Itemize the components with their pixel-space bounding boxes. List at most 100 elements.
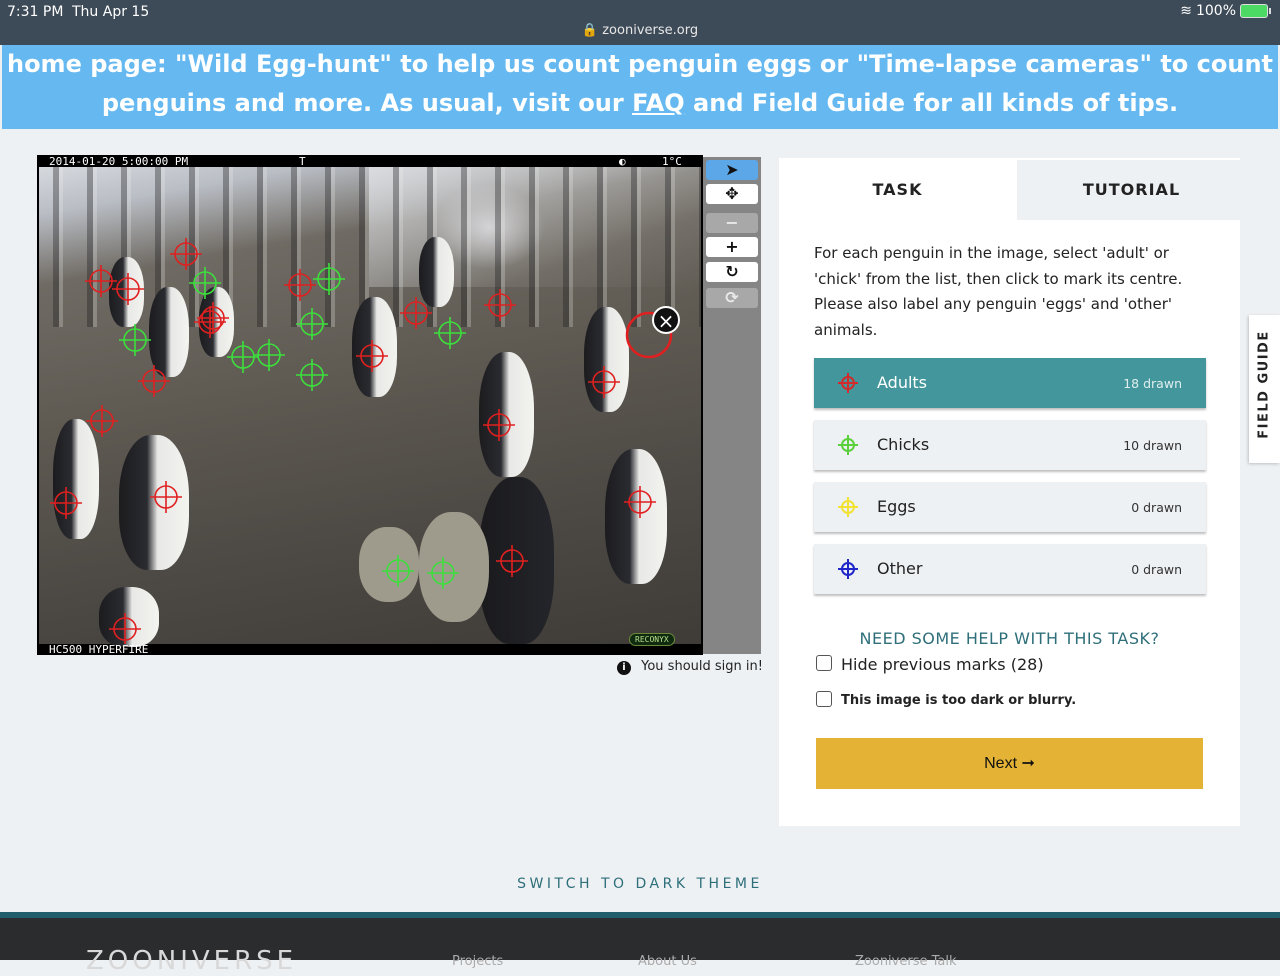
dark-theme-toggle[interactable]: SWITCH TO DARK THEME (0, 876, 1280, 892)
viewer-toolbar: ➤ ✥ − + ↻ ⟳ (703, 157, 761, 654)
too-dark-checkbox[interactable] (816, 691, 832, 707)
footer-link-projects[interactable]: Projects (452, 954, 503, 969)
penguin-photo[interactable] (39, 167, 701, 647)
option-adults[interactable]: Adults 18 drawn (814, 358, 1206, 408)
adult-mark[interactable] (624, 486, 656, 518)
banner-line-2: penguins and more. As usual, visit our F… (2, 84, 1278, 123)
field-guide-tab[interactable]: FIELD GUIDE (1249, 315, 1280, 463)
option-count: 0 drawn (1131, 500, 1182, 515)
help-link[interactable]: NEED SOME HELP WITH THIS TASK? (779, 629, 1240, 648)
adult-mark[interactable] (484, 289, 516, 321)
option-chicks[interactable]: Chicks 10 drawn (814, 420, 1206, 470)
tab-tutorial[interactable]: TUTORIAL (1017, 160, 1246, 220)
option-count: 10 drawn (1123, 438, 1182, 453)
pan-tool-button[interactable]: ✥ (706, 184, 758, 204)
chick-mark[interactable] (253, 339, 285, 371)
adult-mark[interactable] (356, 340, 388, 372)
adult-mark[interactable] (138, 365, 170, 397)
option-count: 18 drawn (1123, 376, 1182, 391)
marks-svg[interactable] (39, 167, 701, 644)
footer-link-talk[interactable]: Zooniverse Talk (855, 954, 957, 969)
option-eggs[interactable]: Eggs 0 drawn (814, 482, 1206, 532)
battery-icon (1240, 4, 1271, 18)
move-arrows-icon: ✥ (725, 184, 739, 203)
footer-link-about[interactable]: About Us (638, 954, 697, 969)
field-guide-label: FIELD GUIDE (1256, 330, 1272, 439)
arrow-pointer-icon: ➤ (725, 160, 739, 179)
option-label: Other (877, 559, 923, 578)
url-bar[interactable]: 🔒 zooniverse.org (0, 23, 1280, 38)
rotate-icon: ↻ (725, 262, 739, 281)
task-panel: TASK TUTORIAL For each penguin in the im… (779, 158, 1246, 826)
adult-mark[interactable] (496, 545, 528, 577)
crosshair-icon (838, 497, 858, 517)
adult-mark[interactable] (109, 613, 141, 644)
tab-task[interactable]: TASK (779, 160, 1016, 220)
crosshair-icon (838, 373, 858, 393)
wifi-icon: ≋ (1180, 3, 1192, 19)
status-bar: 7:31 PM Thu Apr 15 🔒 zooniverse.org ≋ 10… (0, 0, 1280, 45)
url-text: zooniverse.org (602, 23, 699, 38)
zooniverse-logo[interactable]: ZOONIVERSE (86, 946, 297, 976)
adult-mark[interactable] (85, 265, 117, 297)
camera-model: HC500 HYPERFIRE (49, 643, 149, 655)
battery-status: ≋ 100% (1180, 3, 1271, 19)
rotate-button[interactable]: ↻ (706, 262, 758, 282)
announcement-banner: home page: "Wild Egg-hunt" to help us co… (2, 45, 1278, 129)
option-label: Adults (877, 373, 928, 392)
crosshair-icon (838, 435, 858, 455)
minus-icon: − (725, 213, 739, 232)
adult-mark[interactable] (112, 273, 144, 305)
camera-brand-logo: RECONYX (629, 633, 675, 646)
adult-mark[interactable] (86, 405, 118, 437)
lock-icon: 🔒 (581, 23, 599, 38)
footer: ZOONIVERSE Projects About Us Zooniverse … (0, 912, 1280, 976)
subject-viewer[interactable]: 2014-01-20 5:00:00 PM T ◐ 1°C × HC500 HY… (37, 155, 703, 655)
task-instructions: For each penguin in the image, select 'a… (814, 244, 1183, 339)
chick-mark[interactable] (189, 267, 221, 299)
crosshair-icon (838, 559, 858, 579)
chick-mark[interactable] (227, 341, 259, 373)
option-count: 0 drawn (1131, 562, 1182, 577)
chick-mark[interactable] (119, 324, 151, 356)
signin-text: You should sign in! (641, 659, 763, 674)
plus-icon: + (725, 237, 739, 256)
banner-line-1: home page: "Wild Egg-hunt" to help us co… (6, 50, 1273, 78)
zoom-in-button[interactable]: + (706, 237, 758, 257)
chick-mark[interactable] (427, 557, 459, 589)
camera-stamp-top: 2014-01-20 5:00:00 PM T ◐ 1°C (37, 155, 703, 168)
adult-mark[interactable] (588, 366, 620, 398)
adult-mark[interactable] (400, 297, 432, 329)
reset-icon: ⟳ (725, 288, 739, 307)
adult-mark[interactable] (284, 269, 316, 301)
chick-mark[interactable] (313, 263, 345, 295)
chick-mark[interactable] (296, 308, 328, 340)
adult-mark[interactable] (50, 487, 82, 519)
option-other[interactable]: Other 0 drawn (814, 544, 1206, 594)
option-label: Eggs (877, 497, 916, 516)
option-label: Chicks (877, 435, 930, 454)
chick-mark[interactable] (382, 555, 414, 587)
faq-link[interactable]: FAQ (632, 89, 685, 117)
hide-marks-checkbox[interactable] (816, 655, 832, 671)
info-icon: i (617, 661, 631, 675)
adult-mark[interactable] (150, 481, 182, 513)
camera-stamp-bottom: HC500 HYPERFIRE RECONYX (37, 633, 703, 655)
signin-note[interactable]: i You should sign in! (617, 659, 763, 675)
zoom-out-button[interactable]: − (706, 213, 758, 233)
banner-text: and Field Guide for all kinds of tips. (684, 89, 1179, 117)
banner-text: penguins and more. As usual, visit our (101, 89, 633, 117)
status-time: 7:31 PM (7, 4, 64, 20)
adult-mark[interactable] (170, 238, 202, 270)
chick-mark[interactable] (296, 359, 328, 391)
too-dark-label[interactable]: This image is too dark or blurry. (841, 693, 1076, 708)
chick-mark[interactable] (434, 317, 466, 349)
next-button[interactable]: Next ➞ (816, 738, 1203, 789)
hide-marks-label[interactable]: Hide previous marks (28) (841, 655, 1044, 674)
adult-mark[interactable] (483, 409, 515, 441)
status-date: Thu Apr 15 (72, 4, 150, 20)
reset-button[interactable]: ⟳ (706, 288, 758, 308)
delete-mark-icon[interactable]: × (652, 306, 680, 334)
select-tool-button[interactable]: ➤ (706, 160, 758, 180)
battery-percent: 100% (1195, 3, 1236, 19)
